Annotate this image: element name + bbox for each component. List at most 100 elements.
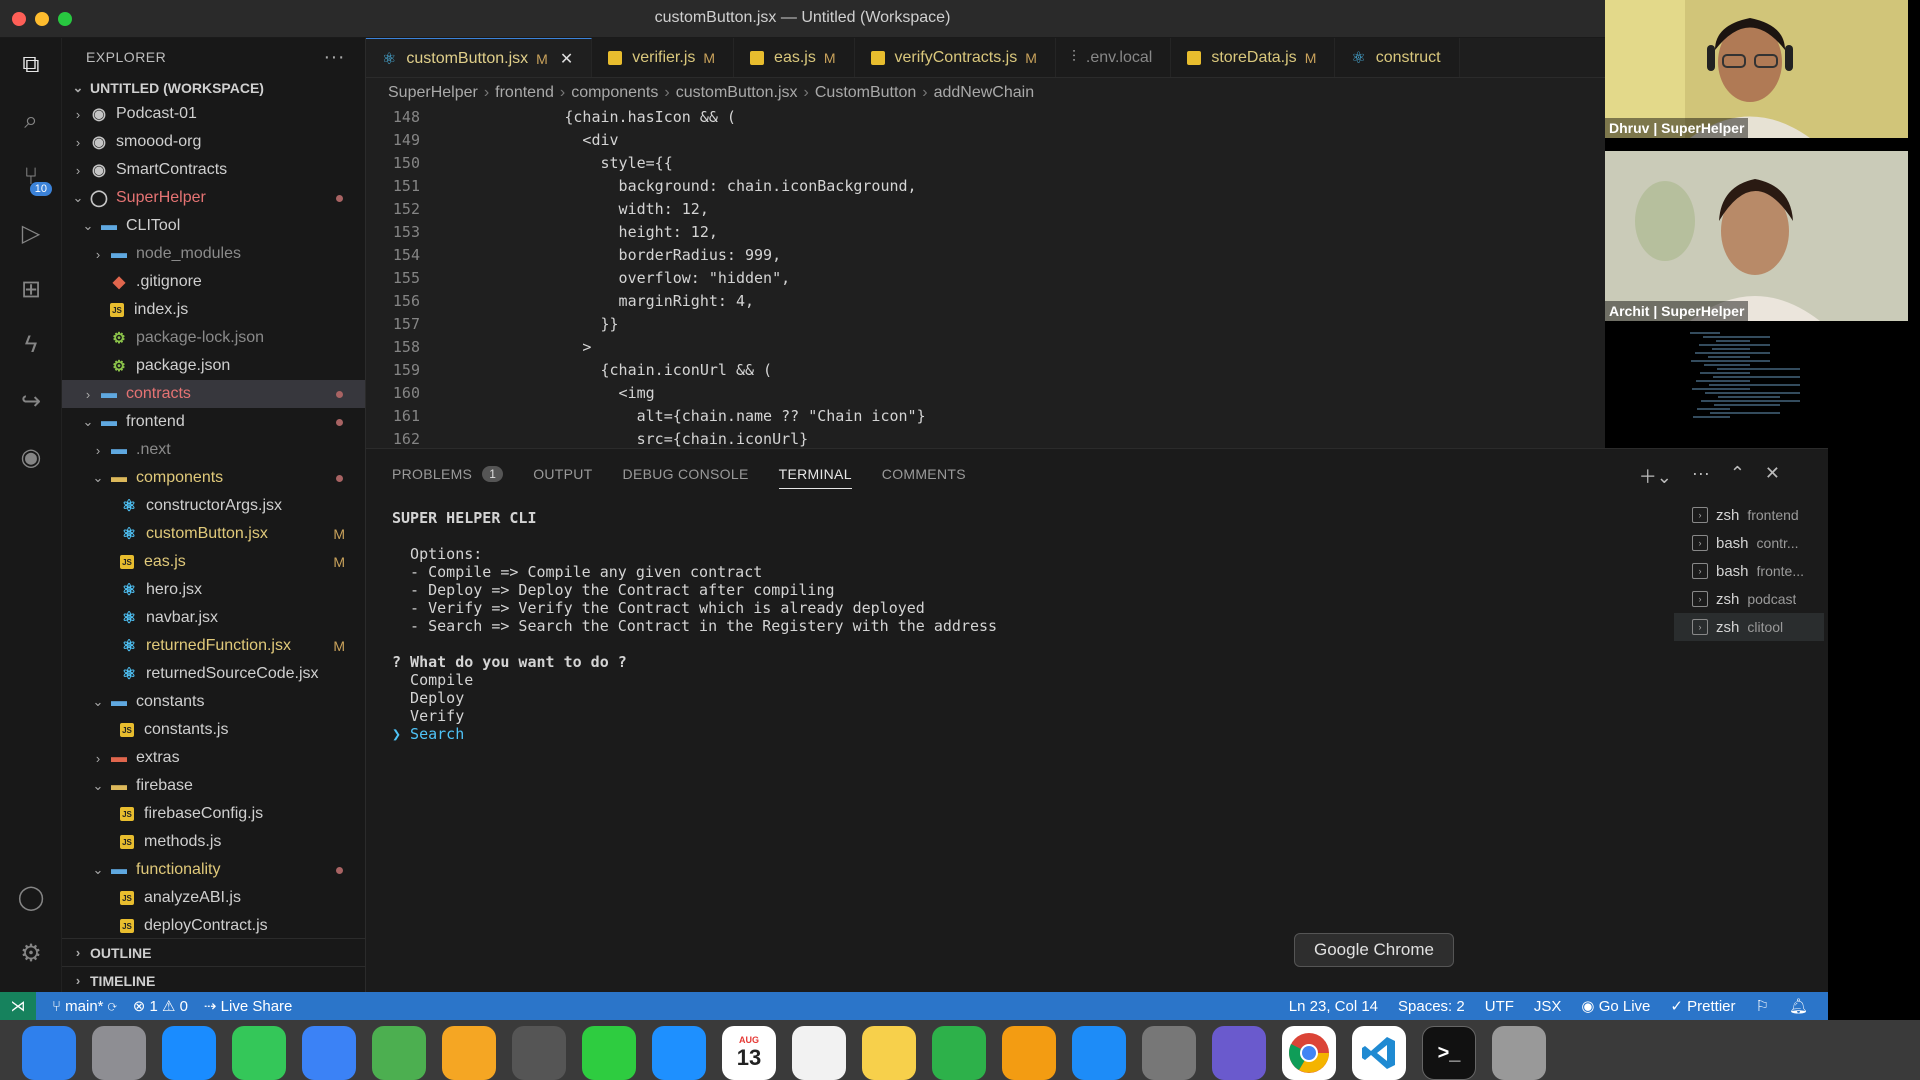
search-icon[interactable]: ⌕: [14, 104, 48, 138]
tree-item[interactable]: › ◉ SmartContracts: [62, 156, 365, 184]
tree-item[interactable]: JS index.js: [62, 296, 365, 324]
breadcrumb-item[interactable]: addNewChain: [934, 84, 1035, 102]
timeline-section[interactable]: › TIMELINE: [62, 966, 366, 994]
tree-item[interactable]: ⌄ ▬ functionality: [62, 856, 365, 884]
keynote-dock-icon[interactable]: [652, 1026, 706, 1080]
reminders-dock-icon[interactable]: [792, 1026, 846, 1080]
prettier-status[interactable]: ✓ Prettier: [1670, 997, 1735, 1015]
terminal-dock-icon[interactable]: >_: [1422, 1026, 1476, 1080]
app-store-dock-icon[interactable]: [1072, 1026, 1126, 1080]
trash-dock-icon[interactable]: [1492, 1026, 1546, 1080]
finder-dock-icon[interactable]: [22, 1026, 76, 1080]
launchpad-dock-icon[interactable]: [92, 1026, 146, 1080]
tree-item[interactable]: JS methods.js: [62, 828, 365, 856]
panel-tab[interactable]: OUTPUT: [533, 449, 592, 499]
tree-item[interactable]: ⚛ constructorArgs.jsx: [62, 492, 365, 520]
branch-indicator[interactable]: ⑂ main* ⟳: [52, 998, 117, 1015]
panel-tab[interactable]: TERMINAL: [778, 449, 852, 499]
tree-item[interactable]: ⌄ ▬ firebase: [62, 772, 365, 800]
settings-gear-icon[interactable]: ⚙: [14, 936, 48, 970]
tree-item[interactable]: JS constants.js: [62, 716, 365, 744]
terminal-instance[interactable]: › zsh clitool: [1674, 613, 1824, 641]
code-editor[interactable]: 148 {chain.hasIcon && (149 <div 150 style…: [366, 108, 1605, 448]
tree-item[interactable]: JS deployContract.js: [62, 912, 365, 940]
maps-dock-icon[interactable]: [372, 1026, 426, 1080]
terminal-instance[interactable]: › zsh frontend: [1674, 501, 1824, 529]
tree-item[interactable]: ⚙ package.json: [62, 352, 365, 380]
source-control-icon[interactable]: ⑂ 10: [14, 160, 52, 196]
tree-item[interactable]: ◆ .gitignore: [62, 268, 365, 296]
breadcrumb-item[interactable]: SuperHelper: [388, 84, 478, 102]
panel-tab[interactable]: DEBUG CONSOLE: [623, 449, 749, 499]
tree-item[interactable]: ⌄ ▬ frontend: [62, 408, 365, 436]
tree-item[interactable]: › ◉ smoood-org: [62, 128, 365, 156]
messages-dock-icon[interactable]: [232, 1026, 286, 1080]
breadcrumb-item[interactable]: components: [571, 84, 658, 102]
new-terminal-icon[interactable]: ＋⌄: [1639, 463, 1672, 489]
indentation[interactable]: Spaces: 2: [1398, 998, 1465, 1015]
run-debug-icon[interactable]: ▷: [14, 216, 48, 250]
terminal-instance[interactable]: › bash contr...: [1674, 529, 1824, 557]
notifications-icon[interactable]: 🔔︎: [1789, 997, 1808, 1015]
live-share-status[interactable]: ⇢ Live Share: [204, 997, 292, 1015]
breadcrumb-item[interactable]: CustomButton: [815, 84, 916, 102]
tree-item[interactable]: › ▬ node_modules: [62, 240, 365, 268]
editor-tab[interactable]: storeData.js M: [1171, 38, 1336, 77]
system-settings-dock-icon[interactable]: [1142, 1026, 1196, 1080]
lightning-icon[interactable]: ϟ: [14, 328, 48, 362]
tree-item[interactable]: ⌄ ◯ SuperHelper: [62, 184, 365, 212]
tree-item[interactable]: ⚛ returnedFunction.jsx M: [62, 632, 365, 660]
remote-icon[interactable]: ⋊: [0, 992, 36, 1020]
vscode-dock-icon[interactable]: [1352, 1026, 1406, 1080]
tree-item[interactable]: › ▬ extras: [62, 744, 365, 772]
feedback-icon[interactable]: ⚐: [1756, 997, 1769, 1015]
tree-item[interactable]: › ◉ Podcast-01: [62, 100, 365, 128]
tree-item[interactable]: › ▬ .next: [62, 436, 365, 464]
outline-section[interactable]: › OUTLINE: [62, 938, 366, 966]
cursor-position[interactable]: Ln 23, Col 14: [1289, 998, 1378, 1015]
google-chrome-dock-icon[interactable]: [1282, 1026, 1336, 1080]
close-tab-icon[interactable]: ✕: [560, 49, 573, 69]
facetime-dock-icon[interactable]: [582, 1026, 636, 1080]
more-actions-icon[interactable]: ···: [324, 46, 345, 69]
tree-item[interactable]: JS analyzeABI.js: [62, 884, 365, 912]
terminal-instance[interactable]: › bash fronte...: [1674, 557, 1824, 585]
accounts-icon[interactable]: ◯: [14, 880, 48, 914]
tree-item[interactable]: ⚛ customButton.jsx M: [62, 520, 365, 548]
tree-item[interactable]: ⌄ ▬ constants: [62, 688, 365, 716]
photos-dock-icon[interactable]: [442, 1026, 496, 1080]
panel-tab[interactable]: PROBLEMS 1: [392, 449, 504, 499]
tree-item[interactable]: › ▬ contracts: [62, 380, 365, 408]
breadcrumb-item[interactable]: customButton.jsx: [676, 84, 798, 102]
tree-item[interactable]: JS eas.js M: [62, 548, 365, 576]
terminal-instance[interactable]: › zsh podcast: [1674, 585, 1824, 613]
mail-dock-icon[interactable]: [302, 1026, 356, 1080]
problems-indicator[interactable]: ⊗ 1 ⚠ 0: [133, 997, 188, 1015]
terminal-output[interactable]: SUPER HELPER CLI Options: - Compile => C…: [392, 509, 1652, 743]
workspace-root[interactable]: ⌄ UNTITLED (WORKSPACE): [62, 76, 365, 100]
files-icon[interactable]: ⧉: [14, 48, 48, 82]
tree-item[interactable]: JS firebaseConfig.js: [62, 800, 365, 828]
notes-dock-icon[interactable]: [862, 1026, 916, 1080]
breadcrumb-item[interactable]: frontend: [495, 84, 554, 102]
go-live-button[interactable]: ◉ Go Live: [1581, 997, 1650, 1015]
arc-dock-icon[interactable]: [1212, 1026, 1266, 1080]
editor-tab[interactable]: ⚛ construct: [1335, 38, 1460, 77]
editor-tab[interactable]: verifier.js M: [592, 38, 735, 77]
calendar-dock-icon[interactable]: AUG 13: [722, 1026, 776, 1080]
tree-item[interactable]: ⌄ ▬ CLITool: [62, 212, 365, 240]
editor-tab[interactable]: eas.js M: [734, 38, 855, 77]
tree-item[interactable]: ⚛ navbar.jsx: [62, 604, 365, 632]
github-icon[interactable]: ◉: [14, 440, 48, 474]
more-icon[interactable]: ···: [1692, 463, 1710, 489]
tree-item[interactable]: ⚛ returnedSourceCode.jsx: [62, 660, 365, 688]
tree-item[interactable]: ⚛ hero.jsx: [62, 576, 365, 604]
numbers-dock-icon[interactable]: [932, 1026, 986, 1080]
calculator-dock-icon[interactable]: [512, 1026, 566, 1080]
tree-item[interactable]: ⌄ ▬ components: [62, 464, 365, 492]
extensions-icon[interactable]: ⊞: [14, 272, 48, 306]
close-panel-icon[interactable]: ✕: [1765, 463, 1780, 489]
editor-tab[interactable]: ⫶ .env.local: [1055, 38, 1172, 77]
encoding[interactable]: UTF: [1485, 998, 1514, 1015]
language-mode[interactable]: JSX: [1534, 998, 1562, 1015]
